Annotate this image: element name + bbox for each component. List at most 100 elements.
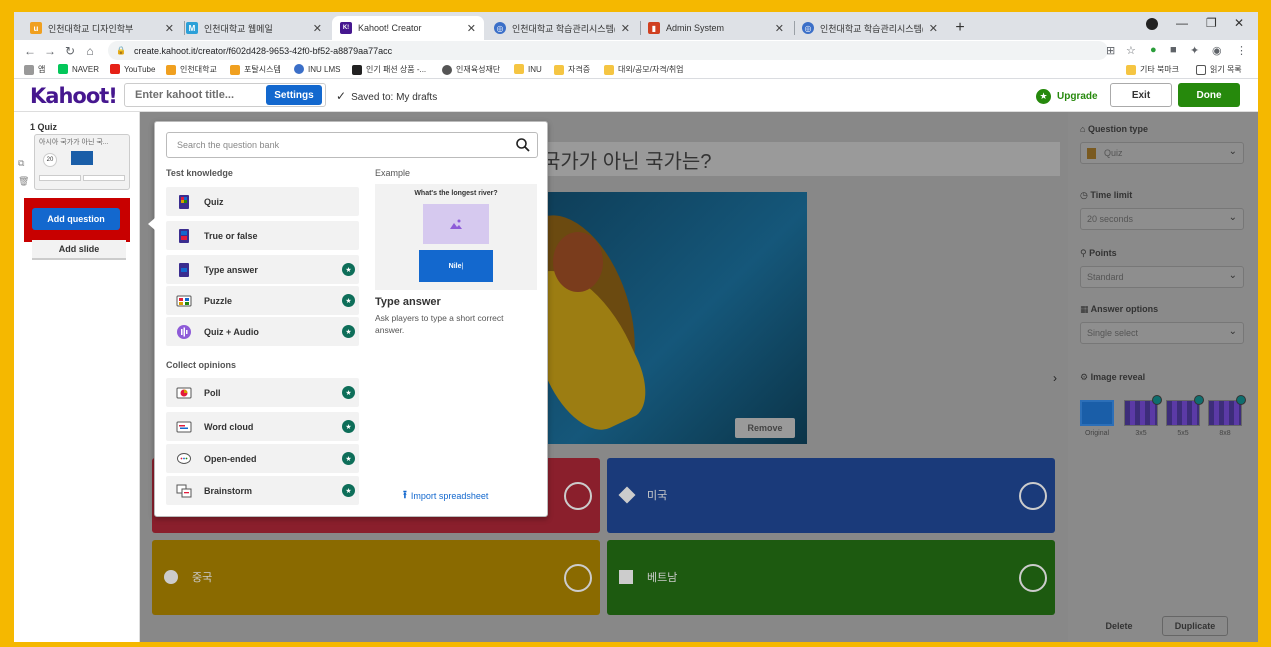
extension-icon[interactable]: ■ — [1170, 44, 1177, 56]
add-slide-button[interactable]: Add slide — [32, 240, 126, 260]
question-bank-search-input[interactable]: Search the question bank — [166, 132, 538, 158]
close-tab-icon[interactable]: ✕ — [929, 22, 938, 35]
bookmark-item[interactable]: 인기 패션 상품 -... — [352, 64, 426, 75]
question-type-poll[interactable]: Poll ★ — [166, 378, 359, 407]
bookmark-item[interactable]: INU LMS — [294, 64, 340, 74]
minimize-icon[interactable]: — — [1176, 16, 1188, 30]
answer-option-3[interactable]: 중국 — [152, 540, 600, 615]
url-field[interactable]: 🔒 create.kahoot.it/creator/f602d428-9653… — [108, 41, 1108, 60]
kahoot-logo[interactable]: Kahoot! — [30, 84, 118, 108]
reveal-option-8x8[interactable] — [1208, 395, 1246, 426]
answer-text[interactable]: 중국 — [192, 569, 212, 585]
extension-icon[interactable]: ● — [1150, 44, 1157, 56]
collapse-panel-icon[interactable]: › — [1044, 366, 1066, 390]
close-tab-icon[interactable]: ✕ — [775, 22, 784, 35]
reading-list-icon — [1196, 64, 1206, 75]
answer-option-2[interactable]: 미국 — [607, 458, 1055, 533]
add-question-button[interactable]: Add question — [32, 208, 120, 230]
bookmark-folder[interactable]: INU — [514, 64, 542, 74]
points-select[interactable]: Standard ⌄ — [1080, 266, 1244, 288]
bookmark-item[interactable]: NAVER — [58, 64, 99, 74]
bookmark-item[interactable]: 인재육성재단 — [442, 64, 500, 75]
close-tab-icon[interactable]: ✕ — [621, 22, 630, 35]
new-tab-button[interactable]: + — [950, 18, 970, 38]
trash-icon[interactable]: 🗑 — [18, 176, 29, 187]
back-icon[interactable]: ← — [20, 44, 40, 58]
question-type-true-false[interactable]: True or false — [166, 221, 359, 250]
exit-button[interactable]: Exit — [1110, 83, 1172, 107]
avatar[interactable]: ◉ — [1212, 44, 1222, 57]
bookmark-item[interactable]: 인천대학교 — [166, 64, 217, 75]
search-icon[interactable] — [515, 137, 531, 153]
done-button[interactable]: Done — [1178, 83, 1240, 107]
reading-list[interactable]: 읽기 목록 — [1196, 64, 1242, 75]
time-limit-label: ◷ Time limit — [1080, 190, 1133, 200]
close-tab-icon[interactable]: ✕ — [313, 22, 322, 35]
slide-thumbnail[interactable]: 아시아 국가가 아닌 국... 20 — [34, 134, 130, 190]
delete-button[interactable]: Delete — [1094, 616, 1144, 636]
forward-icon[interactable]: → — [40, 44, 60, 58]
question-type-quiz[interactable]: Quiz — [166, 187, 359, 216]
question-type-puzzle[interactable]: Puzzle ★ — [166, 286, 359, 315]
translate-icon[interactable]: ⊞ — [1106, 44, 1115, 57]
time-limit-select[interactable]: 20 seconds ⌄ — [1080, 208, 1244, 230]
question-type-quiz-audio[interactable]: Quiz + Audio ★ — [166, 317, 359, 346]
inu-icon — [166, 64, 176, 75]
settings-button[interactable]: Settings — [266, 85, 322, 105]
correct-toggle-icon[interactable] — [564, 564, 592, 592]
restore-icon[interactable]: ❐ — [1206, 16, 1217, 30]
reload-icon[interactable]: ↻ — [60, 44, 80, 58]
home-icon[interactable]: ⌂ — [80, 44, 100, 58]
answer-text[interactable]: 베트남 — [647, 569, 677, 585]
reveal-label: 3x5 — [1135, 430, 1147, 437]
question-type-word-cloud[interactable]: Word cloud ★ — [166, 412, 359, 441]
bookmark-item[interactable]: 포탈시스템 — [230, 64, 281, 75]
import-spreadsheet-link[interactable]: ⭱ Import spreadsheet — [403, 486, 488, 505]
browser-tab[interactable]: M 인천대학교 웹메일 ✕ — [178, 16, 330, 40]
extensions-puzzle-icon[interactable]: ✦ — [1190, 44, 1199, 57]
checkmark-icon: ✓ — [336, 89, 347, 103]
inu-icon — [230, 64, 240, 75]
answer-text[interactable]: 미국 — [647, 487, 667, 503]
reveal-option-5x5[interactable] — [1166, 395, 1204, 426]
question-type-open-ended[interactable]: Open-ended ★ — [166, 444, 359, 473]
points-label: ⚲ Points — [1080, 248, 1117, 258]
bookmark-folder[interactable]: 자격증 — [554, 64, 590, 75]
bookmark-item[interactable]: 앱 — [24, 64, 45, 75]
correct-toggle-icon[interactable] — [1019, 482, 1047, 510]
tab-bar: u 인천대학교 디자인학부 ✕ M 인천대학교 웹메일 ✕ K! Kahoot!… — [14, 12, 1258, 40]
question-title-field[interactable]: 국가가 아닌 국가는? — [540, 142, 1060, 176]
question-type-type-answer[interactable]: Type answer ★ — [166, 255, 359, 284]
answer-option-4[interactable]: 베트남 — [607, 540, 1055, 615]
close-window-icon[interactable]: ✕ — [1234, 16, 1244, 30]
bookmark-item[interactable]: YouTube — [110, 64, 155, 74]
profile-icon[interactable] — [1146, 18, 1158, 30]
tab-title: 인천대학교 디자인학부 — [48, 23, 134, 34]
section-test-knowledge: Test knowledge — [166, 168, 233, 178]
menu-kebab-icon[interactable]: ⋮ — [1236, 44, 1247, 57]
browser-tab[interactable]: u 인천대학교 디자인학부 ✕ — [22, 16, 182, 40]
bookmark-folder[interactable]: 대외/공모/자격/취업 — [604, 64, 684, 75]
question-type-select[interactable]: Quiz ⌄ — [1080, 142, 1244, 164]
reveal-option-3x5[interactable] — [1124, 395, 1162, 426]
duplicate-button[interactable]: Duplicate — [1162, 616, 1228, 636]
browser-tab[interactable]: ◎ 인천대학교 학습관리시스템(INU ✕ — [486, 16, 638, 40]
bookmark-star-icon[interactable]: ☆ — [1126, 44, 1136, 57]
correct-toggle-icon[interactable] — [564, 482, 592, 510]
upgrade-button[interactable]: ★ Upgrade — [1036, 89, 1098, 104]
answer-options-select[interactable]: Single select ⌄ — [1080, 322, 1244, 344]
browser-tab-active[interactable]: K! Kahoot! Creator ✕ — [332, 16, 484, 40]
duplicate-slide-icon[interactable]: ⧉ — [18, 158, 24, 169]
poll-icon — [176, 385, 192, 401]
question-type-brainstorm[interactable]: Brainstorm ★ — [166, 476, 359, 505]
browser-tab[interactable]: ▮ Admin System ✕ — [640, 16, 792, 40]
bookmark-folder[interactable]: 기타 북마크 — [1126, 64, 1179, 75]
example-heading: Example — [375, 168, 411, 178]
close-tab-icon[interactable]: ✕ — [165, 22, 174, 35]
browser-tab[interactable]: ◎ 인천대학교 학습관리시스템(INU ✕ — [794, 16, 946, 40]
remove-image-button[interactable]: Remove — [735, 418, 795, 438]
reveal-option-original[interactable] — [1080, 400, 1114, 426]
question-settings-panel: ⌂ Question type Quiz ⌄ ◷ Time limit 20 se… — [1068, 112, 1258, 642]
correct-toggle-icon[interactable] — [1019, 564, 1047, 592]
close-tab-icon[interactable]: ✕ — [467, 22, 476, 35]
